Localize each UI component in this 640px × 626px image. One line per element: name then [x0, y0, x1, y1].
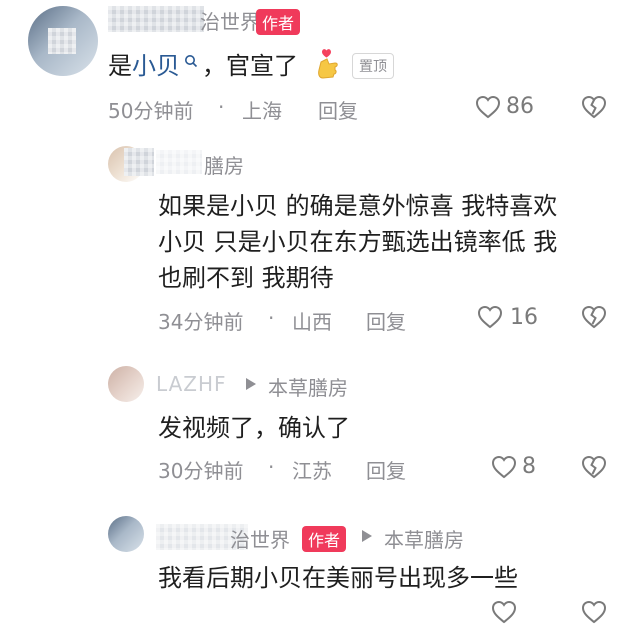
comment-time: 50分钟前: [108, 99, 194, 123]
author-badge: 作者: [302, 526, 347, 552]
author-name[interactable]: LAZHF: [156, 372, 227, 396]
heart-icon[interactable]: [476, 303, 504, 331]
author-name-mosaic: [108, 6, 204, 32]
comment-text: 发视频了，确认了: [158, 414, 350, 442]
broken-heart-icon[interactable]: [580, 453, 608, 481]
avatar[interactable]: [108, 516, 144, 552]
reply-button[interactable]: 回复: [366, 306, 406, 335]
meta-separator: ·: [218, 95, 225, 119]
author-badge: 作者: [256, 9, 301, 35]
reply-arrow-icon: [362, 530, 372, 542]
comment-time: 34分钟前: [158, 310, 244, 334]
broken-heart-icon[interactable]: [580, 93, 608, 121]
comment-location: 山西: [292, 310, 332, 334]
finger-heart-emoji: [313, 48, 341, 80]
reply-target[interactable]: 本草膳房: [268, 372, 348, 401]
search-icon[interactable]: [184, 54, 198, 68]
author-name[interactable]: 治世界: [230, 524, 290, 553]
pinned-label: 置顶: [352, 53, 394, 79]
avatar-mosaic: [48, 28, 76, 54]
avatar-mosaic: [124, 148, 154, 176]
reply-button[interactable]: 回复: [366, 455, 406, 484]
comment-time: 30分钟前: [158, 459, 244, 483]
comment-text-line: 如果是小贝 的确是意外惊喜 我特喜欢: [158, 192, 558, 220]
reply-button[interactable]: 回复: [318, 95, 358, 124]
like-count: 86: [506, 94, 534, 119]
heart-icon[interactable]: [490, 598, 518, 626]
broken-heart-icon[interactable]: [580, 598, 608, 626]
avatar[interactable]: [108, 366, 144, 402]
comment-text-line: 小贝 只是小贝在东方甄选出镜率低 我: [158, 228, 558, 256]
like-count: 8: [522, 454, 536, 479]
broken-heart-icon[interactable]: [580, 303, 608, 331]
like-count: 16: [510, 305, 538, 330]
comment-text-line: 也刷不到 我期待: [158, 264, 334, 292]
meta-separator: ·: [268, 306, 275, 330]
comment-location: 上海: [242, 99, 282, 123]
author-name[interactable]: 膳房: [204, 150, 244, 179]
author-name-mosaic: [156, 150, 202, 174]
comment-location: 江苏: [292, 459, 332, 483]
search-link[interactable]: 小贝: [132, 52, 180, 80]
heart-icon[interactable]: [490, 453, 518, 481]
heart-icon[interactable]: [474, 93, 502, 121]
comment-text: 是小贝 ，官宣了: [108, 52, 298, 80]
reply-target[interactable]: 本草膳房: [384, 524, 464, 553]
comment-text: 我看后期小贝在美丽号出现多一些: [158, 564, 518, 592]
reply-arrow-icon: [246, 378, 256, 390]
meta-separator: ·: [268, 455, 275, 479]
author-name[interactable]: 治世界: [200, 6, 260, 35]
